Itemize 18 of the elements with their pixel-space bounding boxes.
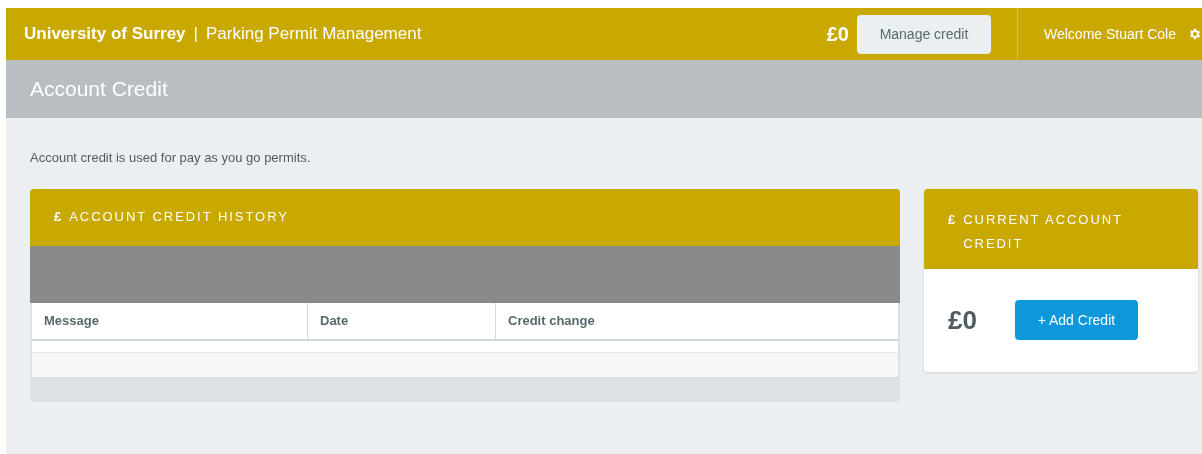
page-title: Account Credit: [30, 76, 168, 103]
welcome-text: Welcome Stuart Cole: [1044, 24, 1176, 44]
panel-title: ACCOUNT CREDIT HISTORY: [69, 208, 289, 227]
intro-text: Account credit is used for pay as you go permits.: [30, 149, 312, 167]
add-credit-button[interactable]: + Add Credit: [1014, 300, 1138, 340]
balance-amount: £0: [826, 22, 849, 47]
column-header: Credit change: [507, 311, 596, 330]
brand-name: University of Surrey: [24, 23, 186, 46]
app-name: Parking Permit Management: [206, 23, 422, 46]
settings-icon[interactable]: [1188, 27, 1202, 41]
panel-title: CURRENT ACCOUNT CREDIT: [963, 210, 1124, 253]
credit-amount: £0: [948, 303, 977, 337]
manage-credit-button[interactable]: Manage credit: [857, 14, 991, 54]
column-header: Message: [32, 302, 308, 339]
column-header: Date: [308, 302, 496, 339]
pound-icon: £: [948, 207, 956, 232]
title-separator: |: [193, 23, 198, 46]
pound-icon: £: [54, 207, 62, 227]
